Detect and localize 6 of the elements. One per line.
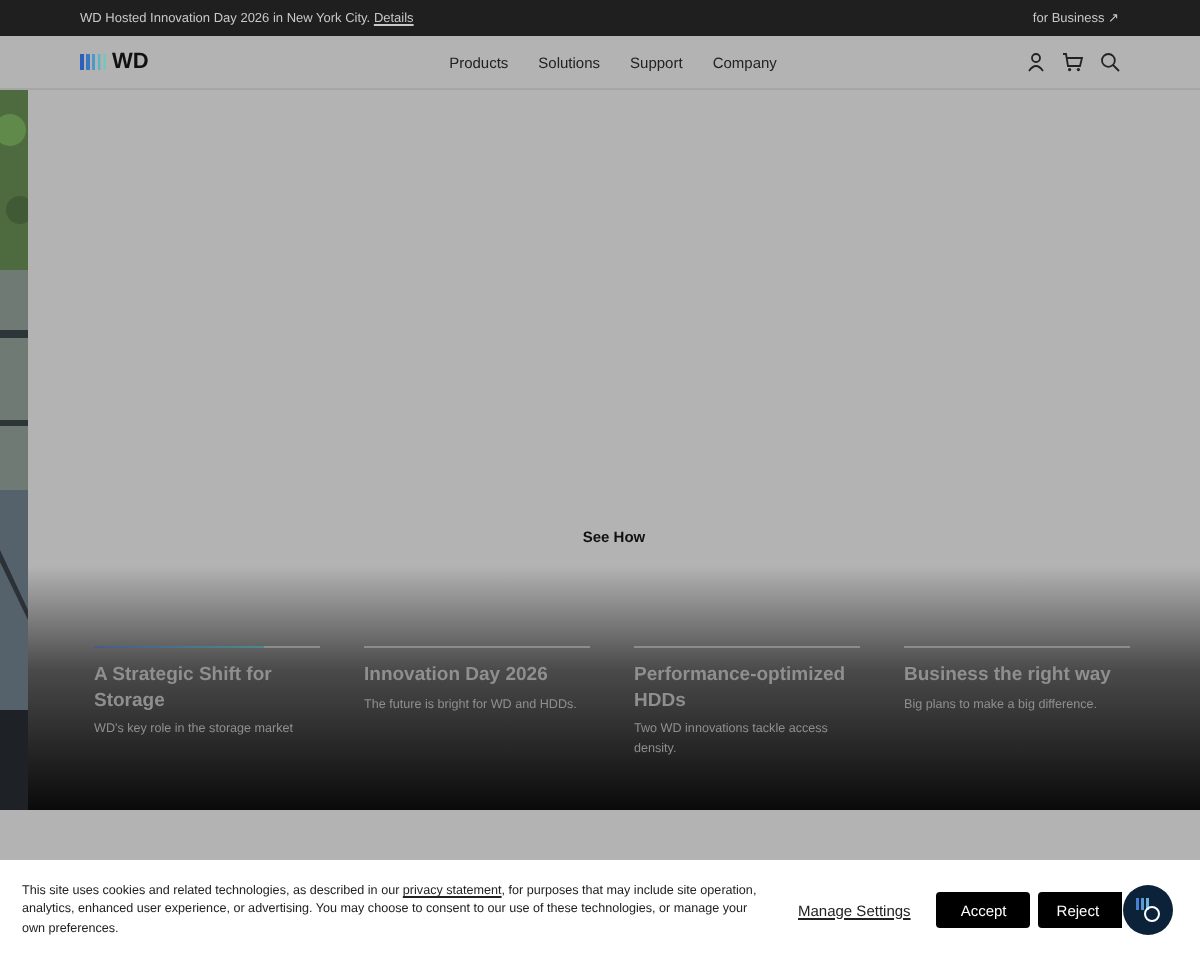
search-icon[interactable] [1100,52,1120,72]
cart-icon[interactable] [1062,52,1084,72]
chat-icon[interactable] [1122,884,1174,936]
logo-icon [80,52,108,72]
logo-text: WD [112,50,149,74]
user-icon[interactable] [1026,52,1046,72]
